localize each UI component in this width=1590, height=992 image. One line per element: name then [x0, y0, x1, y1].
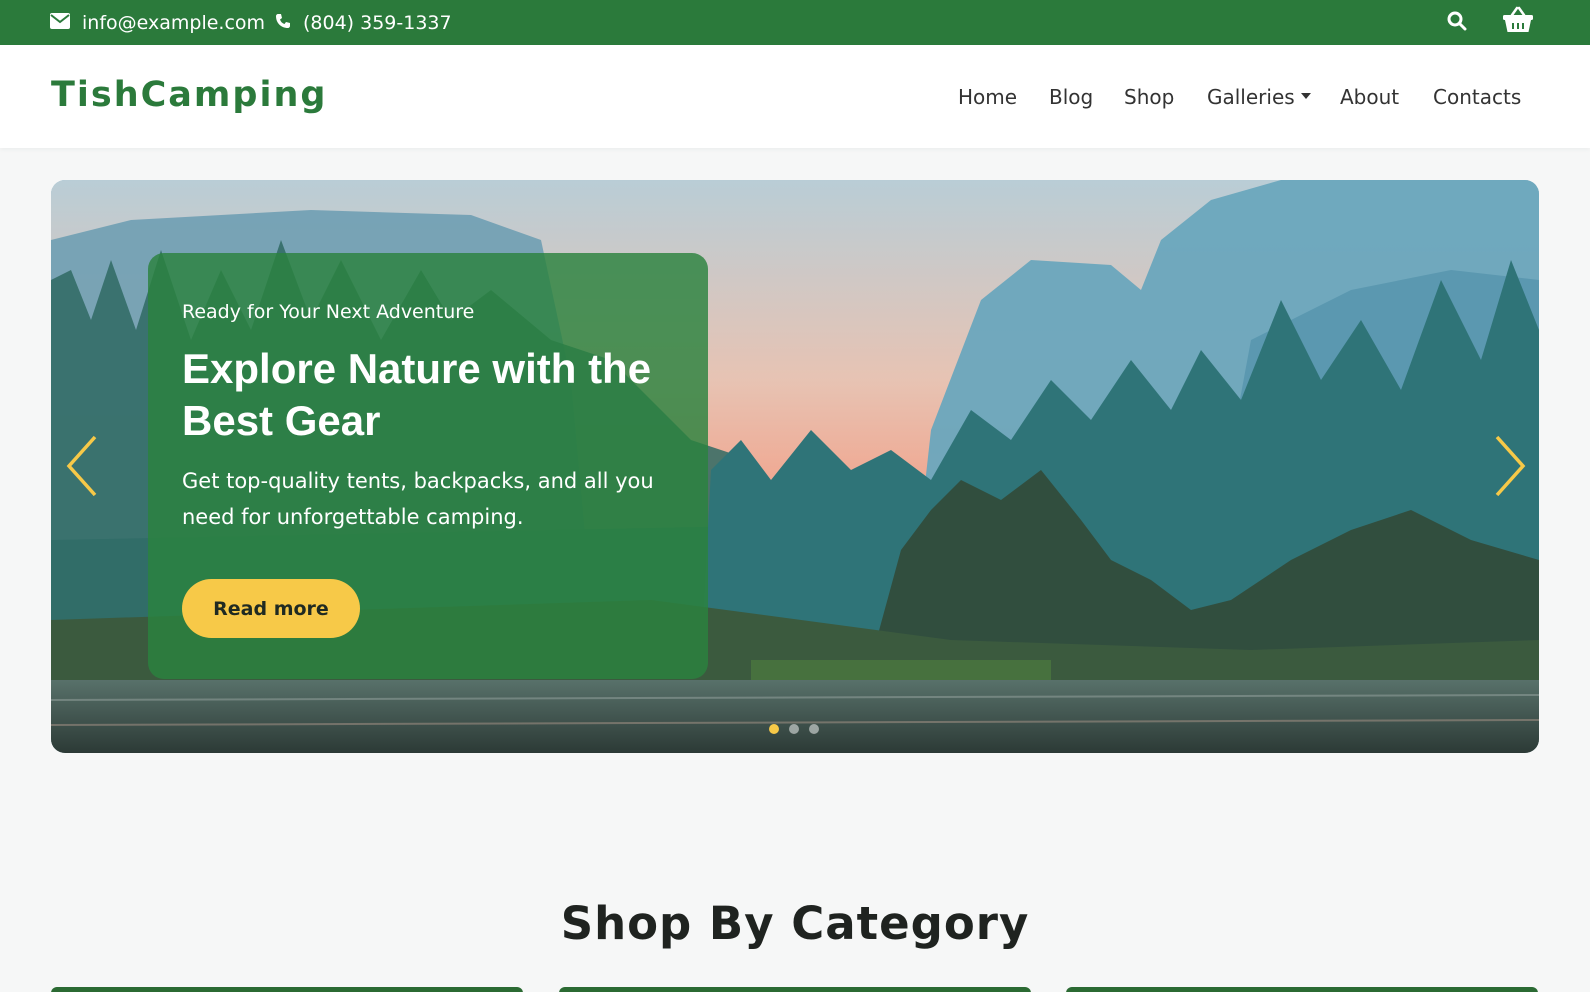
top-bar: info@example.com (804) 359-1337 [0, 0, 1590, 45]
chevron-right-icon [1495, 435, 1526, 497]
hero-content-card: Ready for Your Next Adventure Explore Na… [148, 253, 708, 679]
hero-headline: Explore Nature with the Best Gear [182, 345, 652, 444]
nav-about[interactable]: About [1340, 85, 1399, 109]
category-card[interactable] [559, 987, 1031, 992]
nav-galleries-label: Galleries [1207, 84, 1295, 109]
category-card[interactable] [51, 987, 523, 992]
read-more-button[interactable]: Read more [182, 579, 360, 638]
phone-text[interactable]: (804) 359-1337 [303, 12, 452, 34]
slide-dot-2[interactable] [789, 724, 799, 734]
envelope-icon [50, 12, 82, 34]
phone-contact[interactable]: (804) 359-1337 [275, 0, 452, 45]
hero-description: Get top-quality tents, backpacks, and al… [182, 469, 654, 529]
site-logo[interactable]: TishCamping [51, 75, 327, 115]
slide-indicators [769, 724, 819, 734]
nav-galleries[interactable]: Galleries [1207, 85, 1311, 109]
nav-contacts[interactable]: Contacts [1433, 85, 1521, 109]
section-title: Shop By Category [560, 897, 1030, 950]
email-contact[interactable]: info@example.com [50, 0, 265, 45]
site-header: TishCamping Home Blog Shop Galleries Abo… [0, 45, 1590, 148]
hero-eyebrow: Ready for Your Next Adventure [182, 301, 475, 323]
email-text[interactable]: info@example.com [82, 12, 265, 34]
cart-button[interactable] [1501, 6, 1535, 38]
prev-slide-button[interactable] [63, 433, 103, 499]
chevron-left-icon [66, 435, 97, 497]
category-card[interactable] [1066, 987, 1538, 992]
phone-icon [275, 12, 303, 34]
hero-slider: Ready for Your Next Adventure Explore Na… [51, 180, 1539, 753]
slide-dot-1[interactable] [769, 724, 779, 734]
basket-icon [1502, 6, 1534, 38]
search-button[interactable] [1444, 10, 1470, 36]
search-icon [1447, 11, 1467, 35]
nav-blog[interactable]: Blog [1049, 85, 1093, 109]
nav-home[interactable]: Home [958, 85, 1017, 109]
slide-dot-3[interactable] [809, 724, 819, 734]
nav-shop[interactable]: Shop [1124, 85, 1174, 109]
caret-down-icon [1300, 93, 1311, 99]
next-slide-button[interactable] [1489, 433, 1529, 499]
